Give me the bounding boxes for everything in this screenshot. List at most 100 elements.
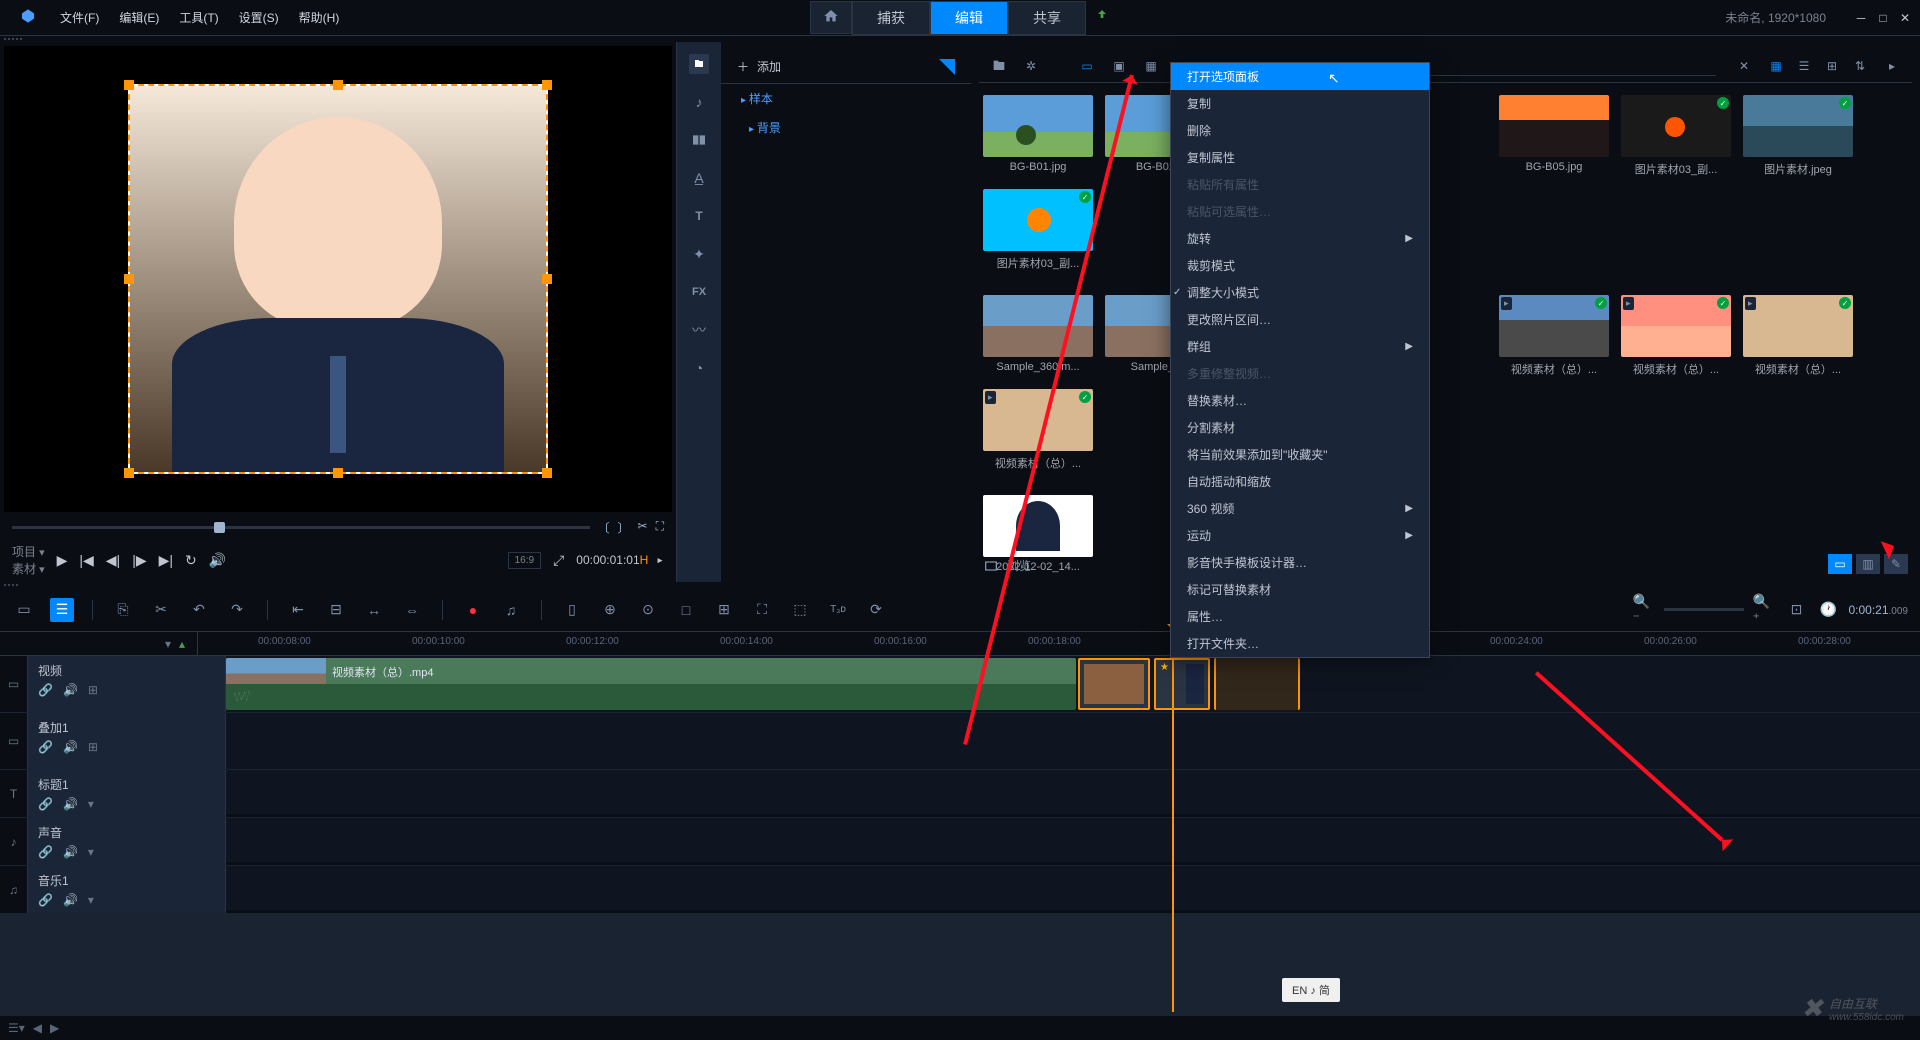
record-icon[interactable]: ● [461,598,485,622]
expand-icon[interactable]: ⛶ [656,519,664,536]
slip-tool-icon[interactable]: ↔ [362,598,386,622]
graphics-category-icon[interactable]: ✦ [689,244,709,264]
mark-in-icon[interactable]: 〔 [598,519,610,536]
context-menu-item[interactable]: 替换素材… [1171,387,1429,414]
track-head-sound[interactable]: 声音 🔗🔊▾ [28,818,226,865]
context-menu-item[interactable]: 自动摇动和缩放 [1171,468,1429,495]
tab-edit[interactable]: 编辑 [930,1,1008,35]
track-content-overlay1[interactable] [226,713,1920,769]
pan-zoom-icon[interactable]: ⛶ [750,598,774,622]
add-marker-icon[interactable]: ▾ [165,637,171,651]
track-manager-icon[interactable]: ☰▾ [8,1021,25,1035]
aspect-ratio-select[interactable]: 16:9 [508,552,541,569]
slide-tool-icon[interactable]: ⇔ [400,598,424,622]
import-folder-icon[interactable] [987,54,1011,78]
scrub-thumb[interactable] [214,522,225,533]
lock-icon[interactable]: 🔗 [38,683,53,697]
filter-video-icon[interactable]: ▦ [1139,54,1163,78]
transition-category-icon[interactable] [689,130,709,150]
multicam-icon[interactable]: ⊞ [712,598,736,622]
lib-btn-2[interactable]: ▥ [1856,554,1880,574]
scroll-left-icon[interactable]: ◀ [33,1021,42,1035]
title-category-icon[interactable]: A̲ [689,168,709,188]
scrub-track[interactable] [12,526,590,529]
ime-indicator[interactable]: EN ♪ 简 [1282,978,1340,1002]
upload-icon[interactable] [1094,8,1110,27]
context-menu-item[interactable]: 打开文件夹… [1171,630,1429,657]
redo-icon[interactable]: ↷ [225,598,249,622]
filter-image-icon[interactable]: ▣ [1107,54,1131,78]
track-head-music1[interactable]: 音乐1 🔗🔊▾ [28,866,226,913]
timeline-view-icon[interactable]: ☰ [50,598,74,622]
view-list-icon[interactable]: ☰ [1792,54,1816,78]
mixer-icon[interactable]: ♫ [499,598,523,622]
menu-edit[interactable]: 编辑(E) [111,5,167,30]
menu-help[interactable]: 帮助(H) [291,5,348,30]
scroll-right-icon[interactable]: ▶ [50,1021,59,1035]
track-motion-icon[interactable]: ⊙ [636,598,660,622]
maximize-button[interactable]: □ [1876,11,1890,25]
timeline-playhead[interactable] [1172,632,1174,1012]
preview-viewport[interactable] [4,46,672,512]
cut-tool-icon[interactable]: ✂ [149,598,173,622]
thumb-item[interactable]: Sample_360.m... [983,295,1093,377]
context-menu-item[interactable]: 运动▶ [1171,522,1429,549]
go-start-button[interactable]: |◀ [79,552,93,569]
split-clip-icon[interactable]: ⊟ [324,598,348,622]
storyboard-view-icon[interactable]: ▭ [12,598,36,622]
thumb-item[interactable]: BG-B05.jpg [1499,95,1609,177]
menu-tools[interactable]: 工具(T) [171,5,226,30]
thumb-item[interactable]: BG-B01.jpg [983,95,1093,177]
context-menu-item[interactable]: 群组▶ [1171,333,1429,360]
motion-category-icon[interactable]: 〰 [689,320,709,340]
track-content-sound[interactable] [226,818,1920,862]
zoom-out-icon[interactable]: 🔍⁻ [1632,598,1656,622]
mute-icon[interactable]: 🔊 [63,683,78,697]
cut-icon[interactable]: ✂ [638,519,648,536]
gear-icon[interactable]: ✲ [1019,54,1043,78]
timeline-ruler[interactable]: ▾ ▴ 00:00:08:0000:00:10:0000:00:12:0000:… [0,632,1920,656]
minimize-button[interactable]: ─ [1854,11,1868,25]
resize-preview-icon[interactable]: ⤢ [553,552,564,569]
timeline-timecode[interactable]: 0:00:21.009 [1848,603,1908,617]
play-button[interactable]: ▶ [57,552,68,569]
ripple-delete-icon[interactable]: ⇤ [286,598,310,622]
loop-button[interactable]: ↻ [185,552,197,569]
context-menu-item[interactable]: 更改照片区间… [1171,306,1429,333]
context-menu-item[interactable]: 打开选项面板 [1171,63,1429,90]
menu-settings[interactable]: 设置(S) [231,5,287,30]
audio-category-icon[interactable]: ♪ [689,92,709,112]
close-button[interactable]: ✕ [1898,11,1912,25]
resize-handle-bm[interactable] [333,468,343,478]
context-menu-item[interactable]: 属性… [1171,603,1429,630]
copy-icon[interactable]: ⎘ [111,598,135,622]
clip-image-1[interactable] [1078,658,1150,710]
zoom-slider[interactable] [1664,608,1744,611]
track-content-video[interactable]: 视频素材（总）.mp4 [226,656,1920,712]
preview-selection[interactable] [128,84,548,474]
zoom-in-icon[interactable]: 🔍⁺ [1752,598,1776,622]
add-media-button[interactable]: ＋ 添加 [721,50,971,84]
track-content-title1[interactable] [226,770,1920,814]
context-menu-item[interactable]: 将当前效果添加到"收藏夹" [1171,441,1429,468]
clip-image-3[interactable] [1214,658,1300,710]
subtitle-icon[interactable]: □ [674,598,698,622]
volume-button[interactable]: 🔊 [209,552,226,569]
resize-handle-tm[interactable] [333,80,343,90]
resize-handle-ml[interactable] [124,274,134,284]
prev-frame-button[interactable]: ◀| [106,552,120,569]
context-menu-item[interactable]: 裁剪模式 [1171,252,1429,279]
thumb-item[interactable]: ▸✓视频素材（总）... [1743,295,1853,377]
mask-icon[interactable]: ⬚ [788,598,812,622]
browse-button[interactable]: 浏览 [983,557,1031,574]
context-menu-item[interactable]: 复制属性 [1171,144,1429,171]
options-panel-button[interactable]: ▭ [1828,554,1852,574]
clear-search-icon[interactable]: ✕ [1732,54,1756,78]
media-category-icon[interactable] [689,54,709,74]
fx-category-icon[interactable]: FX [689,282,709,302]
context-menu-item[interactable]: 标记可替换素材 [1171,576,1429,603]
playback-mode-label[interactable]: 项目 ▾素材 ▾ [12,543,45,577]
go-end-button[interactable]: ▶| [159,552,173,569]
context-menu-item[interactable]: ✓调整大小模式 [1171,279,1429,306]
track-head-video[interactable]: 视频 🔗 🔊 ⊞ [28,656,226,712]
